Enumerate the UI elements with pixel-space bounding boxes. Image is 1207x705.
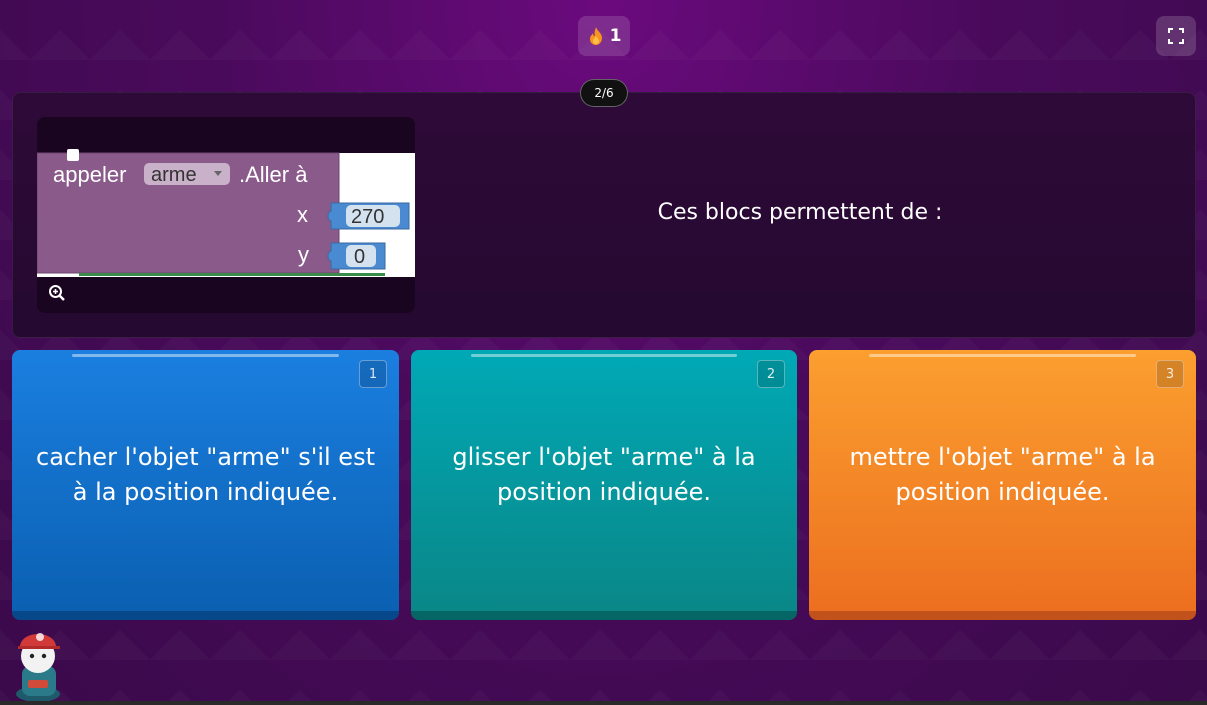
streak-indicator: 1 (578, 16, 630, 56)
option-text-line: position indiquée. (496, 478, 712, 506)
block-call-label: appeler (53, 162, 126, 187)
option-text-line: cacher l'objet "arme" s'il est (36, 443, 375, 471)
option-text: mettre l'objet "arme" à la position indi… (849, 440, 1155, 510)
flame-icon (589, 27, 602, 45)
block-y-label: y (298, 242, 309, 267)
option-number: 3 (1156, 360, 1184, 388)
zoom-in-icon (49, 285, 65, 301)
option-text-line: à la position indiquée. (72, 478, 339, 506)
fullscreen-button[interactable] (1156, 16, 1196, 56)
block-x-label: x (297, 202, 308, 227)
option-number: 2 (757, 360, 785, 388)
option-shade (411, 611, 797, 620)
zoom-button[interactable] (44, 282, 70, 304)
progress-indicator: 2/6 (580, 79, 628, 107)
option-text: glisser l'objet "arme" à la position ind… (452, 440, 755, 510)
block-method-label: .Aller à (239, 162, 308, 187)
player-avatar (10, 622, 70, 702)
option-text-line: glisser l'objet "arme" à la (452, 443, 756, 471)
block-x-value: 270 (351, 206, 384, 228)
fullscreen-icon (1168, 28, 1184, 44)
option-shade (12, 611, 399, 620)
question-image[interactable]: appeler arme .Aller à x 270 y 0 (37, 117, 415, 313)
option-shade (809, 611, 1196, 620)
streak-count: 1 (609, 26, 622, 46)
block-object-name: arme (151, 164, 197, 186)
option-text: cacher l'objet "arme" s'il est à la posi… (36, 440, 375, 510)
answer-option-3[interactable]: 3 mettre l'objet "arme" à la position in… (809, 350, 1196, 620)
answer-option-2[interactable]: 2 glisser l'objet "arme" à la position i… (411, 350, 797, 620)
question-text: Ces blocs permettent de : (657, 200, 943, 225)
avatar-icon (16, 633, 60, 702)
option-text-line: mettre l'objet "arme" à la (849, 443, 1156, 471)
code-blocks-image: appeler arme .Aller à x 270 y 0 (37, 149, 415, 277)
option-text-line: position indiquée. (895, 478, 1110, 506)
option-number: 1 (359, 360, 387, 388)
block-y-value: 0 (354, 246, 365, 268)
bottom-bar (0, 701, 1207, 705)
progress-text: 2/6 (594, 86, 614, 100)
answer-option-1[interactable]: 1 cacher l'objet "arme" s'il est à la po… (12, 350, 399, 620)
